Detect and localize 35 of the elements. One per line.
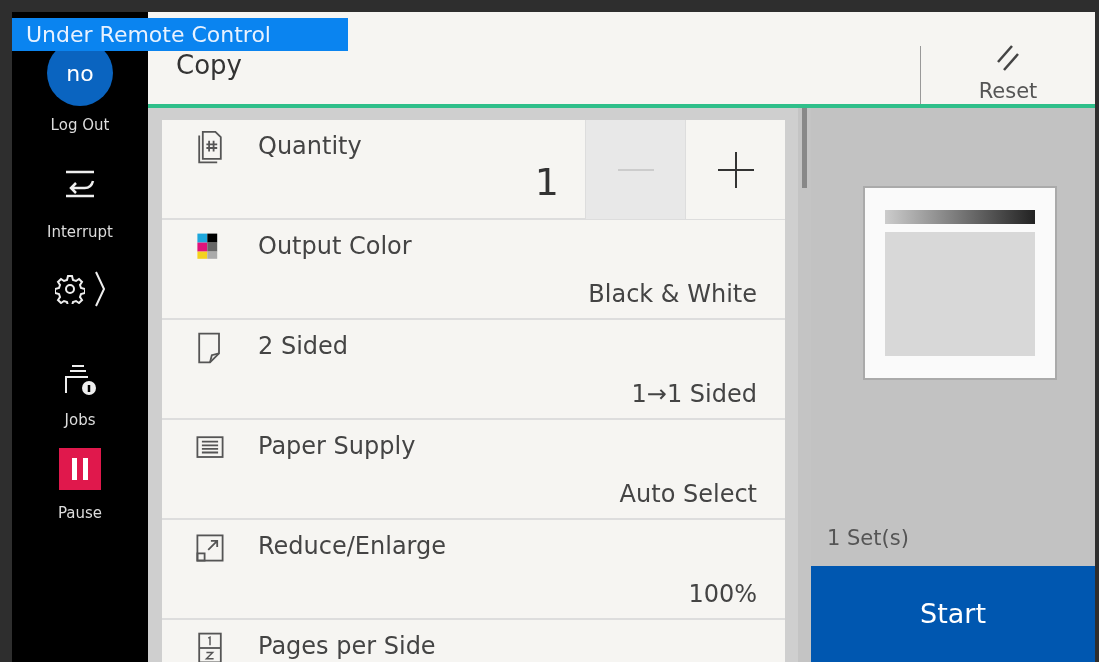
setting-label: Output Color [258,234,412,262]
start-button[interactable]: Start [811,566,1095,662]
jobs-button[interactable]: Jobs [63,363,97,432]
pause-icon [59,447,101,490]
plus-button[interactable] [685,120,785,219]
settings-button[interactable] [55,271,105,307]
setting-row[interactable]: Reduce/Enlarge 100% [162,520,785,620]
pause-button[interactable]: Pause [57,447,103,524]
jobs-icon [63,363,97,397]
quantity-value: 1 [534,159,559,206]
setting-label: Paper Supply [258,434,416,462]
plus-icon [715,149,756,190]
setting-value: 100% [688,582,757,606]
screen-title: Copy [176,52,242,78]
setting-row[interactable]: Pages per Side [162,620,785,662]
chevron-icon [95,271,105,307]
setting-label: Quantity [258,134,362,162]
setting-label: 2 Sided [258,334,349,362]
setting-row[interactable]: Quantity 1 [162,120,785,220]
setting-row[interactable]: 2 Sided 1→1 Sided [162,320,785,420]
interrupt-icon [63,168,97,199]
setting-row[interactable]: Paper Supply Auto Select [162,420,785,520]
setting-value: 1→1 Sided [631,382,757,406]
reset-button[interactable]: Reset [921,12,1095,109]
interrupt-button[interactable]: Interrupt [47,168,113,243]
settings-icon [55,274,85,304]
setting-value: Auto Select [619,482,757,506]
setting-label: Reduce/Enlarge [258,534,447,562]
sets-count: 1 Set(s) [827,524,910,552]
setting-row[interactable]: Output Color Black & White [162,220,785,320]
remote-control-toast: Under Remote Control [12,18,348,51]
setting-label: Pages per Side [258,634,436,662]
setting-value: Black & White [588,282,757,306]
logout-button[interactable]: Log Out [50,114,110,137]
minus-icon [615,167,656,172]
